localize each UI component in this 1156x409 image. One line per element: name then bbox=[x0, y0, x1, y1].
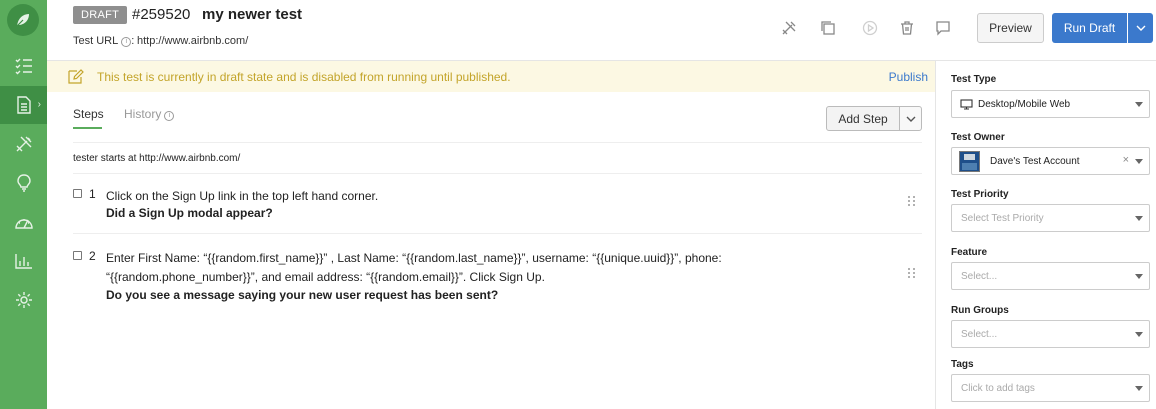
step-number: 1 bbox=[89, 187, 96, 201]
chevron-down-icon bbox=[906, 116, 915, 122]
run-groups-select[interactable]: Select... bbox=[951, 320, 1150, 348]
tab-history-label: History bbox=[124, 107, 162, 121]
step-checkbox[interactable] bbox=[73, 251, 82, 260]
test-url-value[interactable]: http://www.airbnb.com/ bbox=[137, 35, 248, 47]
step-expected[interactable]: Did a Sign Up modal appear? bbox=[106, 206, 273, 220]
tags-label: Tags bbox=[951, 359, 974, 370]
table-row[interactable]: 1 Click on the Sign Up link in the top l… bbox=[73, 187, 922, 234]
play-icon[interactable] bbox=[861, 19, 879, 37]
feature-select[interactable]: Select... bbox=[951, 262, 1150, 290]
lightbulb-icon bbox=[16, 174, 31, 192]
active-tab-indicator bbox=[73, 127, 102, 129]
banner-message: This test is currently in draft state an… bbox=[97, 70, 511, 84]
steps-panel: Steps History i Add Step tester starts at… bbox=[47, 92, 935, 409]
run-groups-placeholder: Select... bbox=[961, 329, 998, 340]
document-icon bbox=[16, 96, 31, 114]
logo-leaf-icon[interactable] bbox=[7, 4, 39, 36]
edit-icon bbox=[68, 69, 84, 84]
sidebar-item-dashboard[interactable] bbox=[0, 203, 47, 241]
test-priority-select[interactable]: Select Test Priority bbox=[951, 204, 1150, 232]
caret-down-icon bbox=[1135, 102, 1143, 107]
gear-icon bbox=[15, 292, 32, 308]
feature-label: Feature bbox=[951, 247, 988, 258]
tags-input[interactable]: Click to add tags bbox=[951, 374, 1150, 402]
sidebar-nav: › bbox=[0, 0, 47, 409]
drag-handle-icon[interactable] bbox=[908, 196, 916, 206]
preview-button[interactable]: Preview bbox=[977, 13, 1044, 43]
step-action[interactable]: Click on the Sign Up link in the top lef… bbox=[106, 187, 756, 206]
test-priority-label: Test Priority bbox=[951, 189, 1009, 200]
tools-icon[interactable] bbox=[780, 19, 798, 37]
step-checkbox[interactable] bbox=[73, 189, 82, 198]
tab-steps[interactable]: Steps bbox=[73, 107, 104, 121]
chevron-right-icon: › bbox=[37, 99, 41, 110]
caret-down-icon bbox=[1135, 332, 1143, 337]
tab-history[interactable]: History i bbox=[124, 107, 175, 121]
add-step-button[interactable]: Add Step bbox=[826, 106, 900, 131]
feature-placeholder: Select... bbox=[961, 271, 998, 282]
step-action[interactable]: Enter First Name: “{{random.first_name}}… bbox=[106, 249, 756, 287]
test-properties-panel: Test Type Desktop/Mobile Web Test Owner … bbox=[935, 61, 1156, 409]
desktop-icon bbox=[960, 99, 973, 110]
start-url-row: tester starts at http://www.airbnb.com/ bbox=[73, 142, 922, 174]
run-options-button[interactable] bbox=[1128, 13, 1153, 43]
tags-placeholder: Click to add tags bbox=[961, 383, 1035, 394]
avatar bbox=[959, 151, 980, 172]
test-type-select[interactable]: Desktop/Mobile Web bbox=[951, 90, 1150, 118]
publish-link[interactable]: Publish bbox=[889, 70, 928, 84]
test-priority-placeholder: Select Test Priority bbox=[961, 213, 1044, 224]
comment-icon[interactable] bbox=[934, 19, 952, 37]
test-id: #259520 bbox=[132, 6, 191, 23]
trash-icon[interactable] bbox=[898, 19, 916, 37]
caret-down-icon bbox=[1135, 159, 1143, 164]
sidebar-item-tools[interactable] bbox=[0, 125, 47, 163]
checklist-icon bbox=[15, 58, 32, 75]
test-owner-label: Test Owner bbox=[951, 132, 1005, 143]
sidebar-item-tests[interactable]: › bbox=[0, 86, 47, 124]
test-header: DRAFT #259520 my newer test Test URL i: h… bbox=[47, 0, 1156, 61]
tools-icon bbox=[16, 136, 31, 152]
test-type-value: Desktop/Mobile Web bbox=[978, 99, 1071, 110]
sidebar-item-settings[interactable] bbox=[0, 281, 47, 319]
bar-chart-icon bbox=[14, 254, 32, 269]
info-icon[interactable]: i bbox=[164, 111, 175, 121]
sidebar-item-reports[interactable] bbox=[0, 242, 47, 280]
run-draft-button[interactable]: Run Draft bbox=[1052, 13, 1127, 43]
test-owner-select[interactable]: Dave's Test Account × bbox=[951, 147, 1150, 175]
step-expected[interactable]: Do you see a message saying your new use… bbox=[106, 288, 498, 302]
table-row[interactable]: 2 Enter First Name: “{{random.first_name… bbox=[73, 249, 922, 311]
test-url-label: Test URL i: bbox=[73, 35, 135, 47]
clear-icon[interactable]: × bbox=[1123, 154, 1129, 166]
dashboard-icon bbox=[14, 219, 33, 229]
test-type-label: Test Type bbox=[951, 74, 997, 85]
step-number: 2 bbox=[89, 249, 96, 263]
chevron-down-icon bbox=[1136, 25, 1145, 31]
test-owner-value: Dave's Test Account bbox=[990, 156, 1080, 167]
caret-down-icon bbox=[1135, 386, 1143, 391]
draft-banner: This test is currently in draft state an… bbox=[47, 61, 935, 92]
page-title[interactable]: my newer test bbox=[202, 6, 302, 23]
sidebar-item-ideas[interactable] bbox=[0, 164, 47, 202]
add-step-options-button[interactable] bbox=[899, 106, 922, 131]
sidebar-item-checklist[interactable] bbox=[0, 47, 47, 85]
run-groups-label: Run Groups bbox=[951, 305, 1009, 316]
caret-down-icon bbox=[1135, 216, 1143, 221]
test-url-label-text: Test URL bbox=[73, 35, 119, 47]
status-badge: DRAFT bbox=[73, 6, 128, 24]
caret-down-icon bbox=[1135, 274, 1143, 279]
duplicate-icon[interactable] bbox=[819, 19, 837, 37]
drag-handle-icon[interactable] bbox=[908, 268, 916, 278]
info-icon[interactable]: i bbox=[121, 37, 132, 47]
